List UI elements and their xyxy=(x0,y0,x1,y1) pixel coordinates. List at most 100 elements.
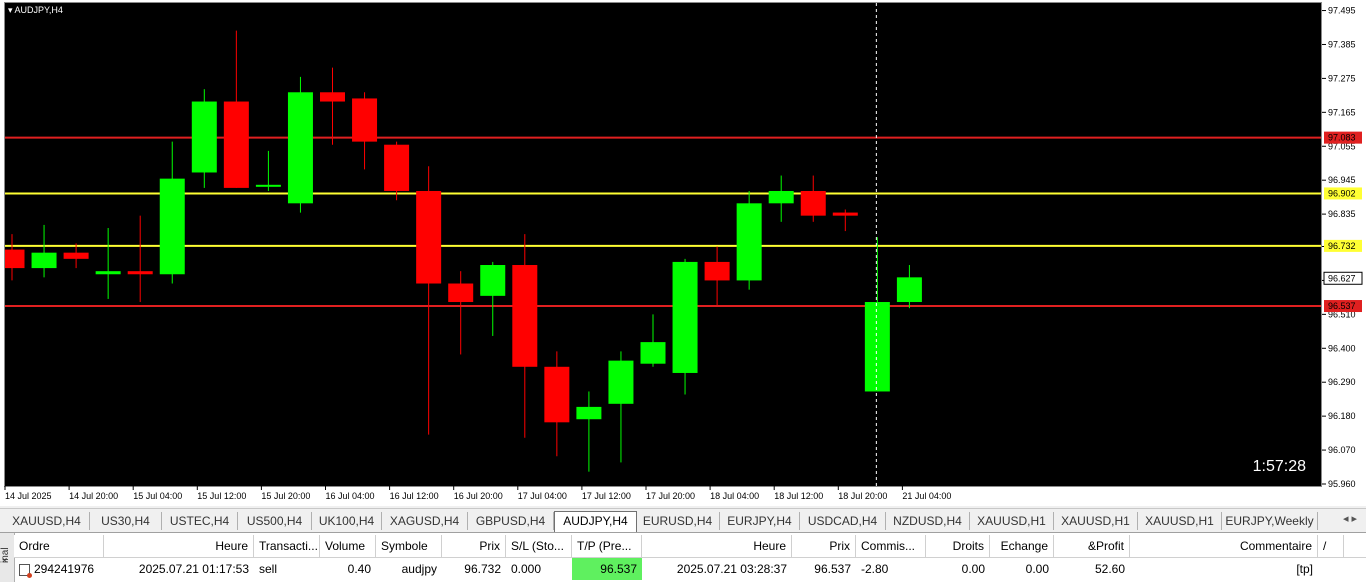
table-cell: -2.80 xyxy=(861,562,889,576)
column-header[interactable]: Prix xyxy=(792,535,856,557)
table-cell: 52.60 xyxy=(1094,562,1125,576)
x-tick-label: 21 Jul 04:00 xyxy=(902,491,951,501)
column-header[interactable]: / xyxy=(1318,535,1344,557)
candle-body xyxy=(63,252,89,259)
column-header[interactable]: &Profit xyxy=(1054,535,1130,557)
chart-tab[interactable]: GBPUSD,H4 xyxy=(468,512,554,530)
column-header[interactable]: S/L (Sto... xyxy=(506,535,572,557)
table-cell: 0.40 xyxy=(347,562,371,576)
y-tick-label: 96.290 xyxy=(1328,377,1356,387)
candle-body xyxy=(223,101,249,188)
y-tick-label: 95.960 xyxy=(1328,479,1356,489)
candle-body xyxy=(255,184,281,187)
column-header[interactable]: Transacti... xyxy=(254,535,320,557)
column-header[interactable]: Symbole xyxy=(376,535,442,557)
plot-layer xyxy=(5,3,1321,486)
order-id: 294241976 xyxy=(34,562,95,576)
candle-body xyxy=(5,249,25,269)
y-tick-label: 96.945 xyxy=(1328,175,1356,185)
terminal-panel: × inal Ordre Heure Transacti... Volume Symbo… xyxy=(0,533,1366,582)
chart-tab[interactable]: XAUUSD,H1 xyxy=(970,512,1054,530)
chart-tab[interactable]: EURUSD,H4 xyxy=(636,512,720,530)
candle-body xyxy=(512,265,538,367)
chart-tab[interactable]: XAGUSD,H4 xyxy=(382,512,468,530)
tab-scroll-arrows[interactable]: ◂ ▸ xyxy=(1338,512,1362,528)
y-tick-label: 96.835 xyxy=(1328,209,1356,219)
x-tick-label: 14 Jul 20:00 xyxy=(69,491,118,501)
chart-tab-bar: XAUUSD,H4 US30,H4 USTEC,H4 US500,H4 UK100,H4… xyxy=(0,508,1366,533)
chart-tab[interactable]: EURJPY,Weekly xyxy=(1222,512,1318,530)
table-cell: 96.537 xyxy=(572,558,642,580)
chart-title-text: AUDJPY,H4 xyxy=(14,5,63,15)
table-cell: 0.00 xyxy=(1025,562,1049,576)
table-cell: 0.000 xyxy=(511,562,542,576)
chart-tab[interactable]: UK100,H4 xyxy=(312,512,382,530)
x-tick-label: 17 Jul 04:00 xyxy=(518,491,567,501)
column-header[interactable]: Heure xyxy=(642,535,792,557)
chart-tab[interactable]: EURJPY,H4 xyxy=(720,512,800,530)
x-tick-label: 14 Jul 2025 xyxy=(5,491,52,501)
y-tick-label: 96.400 xyxy=(1328,343,1356,353)
table-cell: 96.537 xyxy=(814,562,851,576)
candle-body xyxy=(159,178,185,275)
y-tick-label: 97.385 xyxy=(1328,39,1356,49)
current-price-label: 96.627 xyxy=(1328,273,1356,283)
x-tick-label: 18 Jul 12:00 xyxy=(774,491,823,501)
x-tick-label: 16 Jul 12:00 xyxy=(390,491,439,501)
x-tick-label: 16 Jul 20:00 xyxy=(454,491,503,501)
column-header[interactable]: Prix xyxy=(442,535,506,557)
chart-tab[interactable]: NZDUSD,H4 xyxy=(886,512,970,530)
x-tick-label: 18 Jul 04:00 xyxy=(710,491,759,501)
candle-body xyxy=(384,144,410,191)
candlestick-chart[interactable]: 97.49597.38597.27597.16597.05596.94596.8… xyxy=(0,0,1366,506)
candle-body xyxy=(416,190,442,284)
column-header[interactable]: Heure xyxy=(104,535,254,557)
candle-body xyxy=(704,261,730,281)
y-tick-label: 97.165 xyxy=(1328,107,1356,117)
order-icon xyxy=(19,563,32,578)
y-tick-label: 97.275 xyxy=(1328,73,1356,83)
column-header[interactable]: T/P (Pre... xyxy=(572,535,642,557)
table-cell: 294241976 xyxy=(14,558,104,580)
table-row[interactable]: 294241976 2025.07.21 01:17:53 sell 0.40 audj… xyxy=(14,558,1366,580)
candle-body xyxy=(736,203,762,281)
column-header[interactable]: Commis... xyxy=(856,535,926,557)
table-cell: 96.732 xyxy=(464,562,501,576)
price-level-label: 96.732 xyxy=(1328,241,1356,251)
column-header[interactable]: Ordre xyxy=(14,535,104,557)
chart-title: ▾ AUDJPY,H4 xyxy=(8,5,63,15)
candle-body xyxy=(576,406,602,420)
x-tick-label: 18 Jul 20:00 xyxy=(838,491,887,501)
x-tick-label: 15 Jul 12:00 xyxy=(197,491,246,501)
table-cell: 2025.07.21 01:17:53 xyxy=(138,562,249,576)
chart-tab[interactable]: XAUUSD,H1 xyxy=(1138,512,1222,530)
candle-body xyxy=(608,360,634,404)
candle-body xyxy=(191,101,217,173)
chart-tab[interactable]: USTEC,H4 xyxy=(162,512,238,530)
candle-body xyxy=(448,283,474,303)
column-header[interactable]: Droits xyxy=(926,535,990,557)
column-header[interactable]: Commentaire xyxy=(1130,535,1318,557)
column-header[interactable]: Volume xyxy=(320,535,376,557)
y-tick-label: 96.070 xyxy=(1328,445,1356,455)
chart-window[interactable]: 97.495 97.385 97.275 97.165 97.055 96.945 96.8… xyxy=(0,0,1366,506)
chart-tab[interactable]: XAUUSD,H1 xyxy=(1054,512,1138,530)
candle-timer: 1:57:28 xyxy=(1252,458,1306,475)
table-cell: 0.00 xyxy=(961,562,985,576)
chart-tab[interactable]: AUDJPY,H4 xyxy=(554,511,637,532)
chart-tab[interactable]: US500,H4 xyxy=(238,512,312,530)
candle-body xyxy=(480,265,506,296)
candle-body xyxy=(672,261,698,373)
candle-body xyxy=(31,252,57,269)
y-tick-label: 97.495 xyxy=(1328,6,1356,16)
table-cell: 2025.07.21 03:28:37 xyxy=(676,562,787,576)
chart-tab[interactable]: US30,H4 xyxy=(90,512,162,530)
x-tick-label: 17 Jul 12:00 xyxy=(582,491,631,501)
chart-tab[interactable]: USDCAD,H4 xyxy=(800,512,886,530)
chart-tab[interactable]: XAUUSD,H4 xyxy=(4,512,90,530)
price-level-label: 96.902 xyxy=(1328,188,1356,198)
x-tick-label: 15 Jul 20:00 xyxy=(261,491,310,501)
terminal-side-text: inal xyxy=(0,547,11,563)
table-header-row: Ordre Heure Transacti... Volume Symbole Prix S… xyxy=(14,535,1366,558)
column-header[interactable]: Echange xyxy=(990,535,1054,557)
